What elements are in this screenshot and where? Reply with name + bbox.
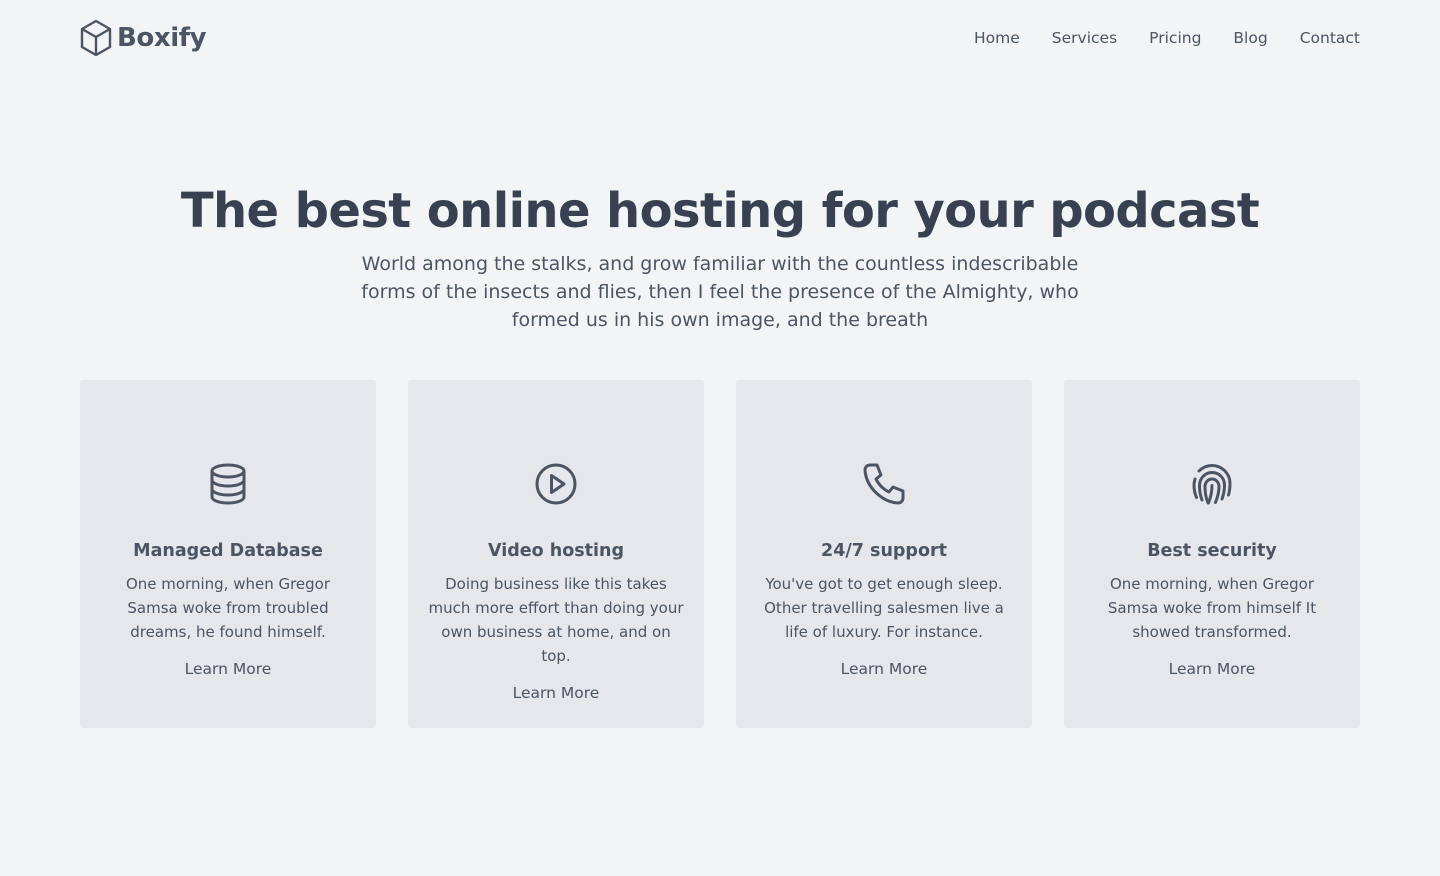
learn-more-link[interactable]: Learn More (1169, 660, 1256, 678)
learn-more-link[interactable]: Learn More (841, 660, 928, 678)
nav-services-link[interactable]: Services (1052, 29, 1117, 47)
nav-pricing-link[interactable]: Pricing (1149, 29, 1201, 47)
card-title: Video hosting (488, 541, 624, 561)
main-nav: Home Services Pricing Blog Contact (974, 29, 1360, 47)
learn-more-link[interactable]: Learn More (185, 660, 272, 678)
card-title: Best security (1147, 541, 1277, 561)
hero-subtitle: World among the stalks, and grow familia… (361, 253, 1079, 331)
card-description: Doing business like this takes much more… (428, 575, 684, 665)
play-circle-icon (535, 463, 577, 505)
database-icon (210, 463, 246, 505)
phone-icon (863, 463, 905, 505)
nav-home-link[interactable]: Home (974, 29, 1020, 47)
feature-card-video: Video hosting Doing business like this t… (408, 380, 704, 728)
site-header: Boxify Home Services Pricing Blog Contac… (80, 0, 1360, 76)
brand-name: Boxify (117, 23, 207, 53)
hero-title: The best online hosting for your podcast (180, 183, 1260, 239)
card-title: 24/7 support (821, 541, 947, 561)
features-grid: Managed Database One morning, when Grego… (80, 380, 1360, 728)
feature-card-database: Managed Database One morning, when Grego… (80, 380, 376, 728)
cube-icon (80, 19, 112, 57)
fingerprint-icon (1192, 464, 1232, 505)
learn-more-link[interactable]: Learn More (513, 684, 600, 702)
card-description: You've got to get enough sleep. Other tr… (764, 575, 1004, 641)
feature-card-support: 24/7 support You've got to get enough sl… (736, 380, 1032, 728)
nav-contact-link[interactable]: Contact (1300, 29, 1360, 47)
logo-link[interactable]: Boxify (80, 19, 207, 57)
feature-card-security: Best security One morning, when Gregor S… (1064, 380, 1360, 728)
page: Boxify Home Services Pricing Blog Contac… (0, 0, 1440, 876)
card-title: Managed Database (133, 541, 323, 561)
card-description: One morning, when Gregor Samsa woke from… (1107, 575, 1317, 641)
hero-section: The best online hosting for your podcast… (0, 180, 1440, 334)
nav-blog-link[interactable]: Blog (1233, 29, 1267, 47)
card-description: One morning, when Gregor Samsa woke from… (125, 575, 331, 641)
